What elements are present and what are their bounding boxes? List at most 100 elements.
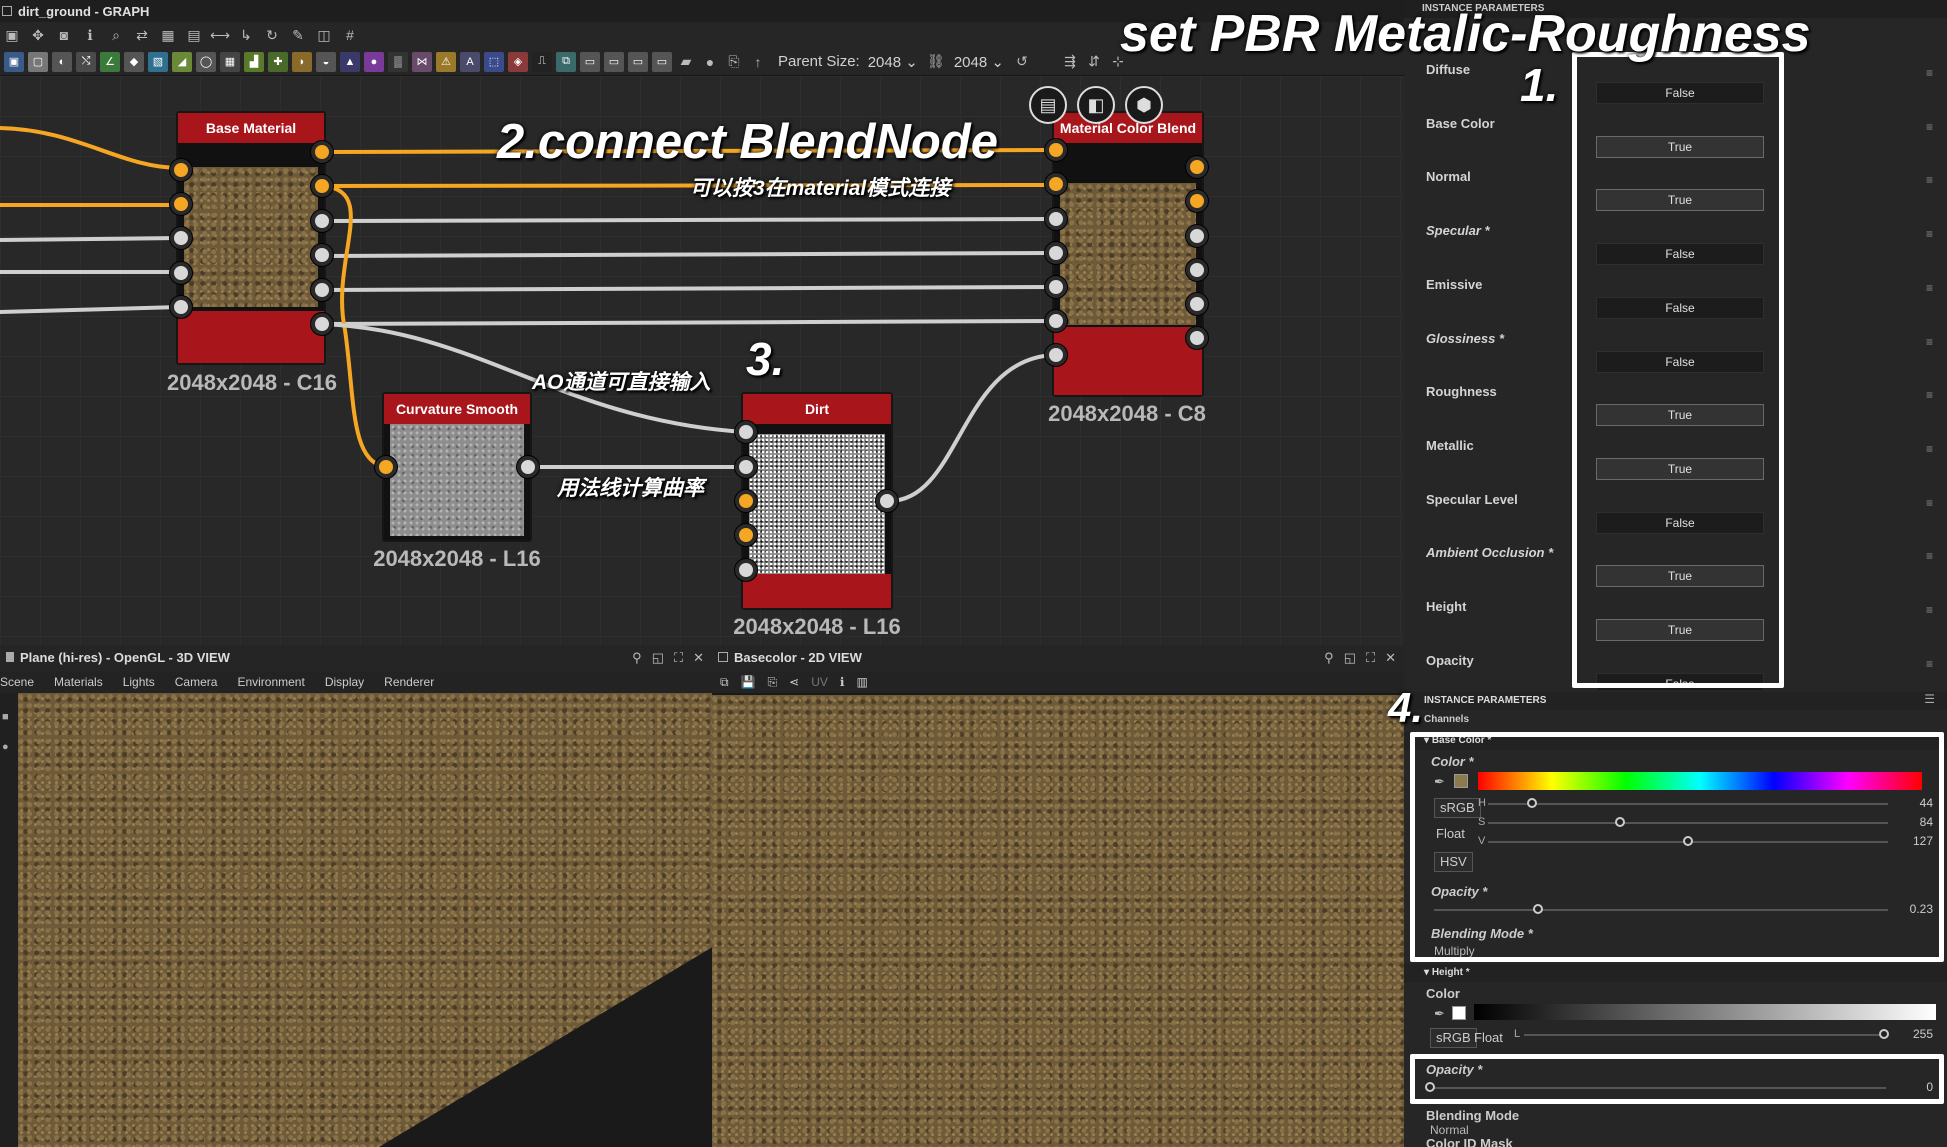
connector-icon[interactable]: ⟷: [210, 25, 230, 45]
output-pin[interactable]: [1186, 259, 1208, 281]
output-pin[interactable]: [311, 279, 333, 301]
input-pin[interactable]: [1045, 139, 1067, 161]
row-menu-icon[interactable]: ≡: [1926, 120, 1933, 134]
output-pin[interactable]: [1186, 293, 1208, 315]
route-icon[interactable]: ↳: [236, 25, 256, 45]
pin-icon[interactable]: ⚲: [1324, 650, 1334, 666]
row-menu-icon[interactable]: ≡: [1926, 66, 1933, 80]
grid-snap-icon[interactable]: #: [340, 25, 360, 45]
curve-node-icon[interactable]: ∠: [100, 51, 120, 72]
row-menu-icon[interactable]: ≡: [1926, 496, 1933, 510]
transform-node-icon[interactable]: ⤭: [76, 51, 96, 72]
input-pin[interactable]: [1045, 310, 1067, 332]
group-node-icon[interactable]: ▭: [628, 51, 648, 72]
height-color-swatch[interactable]: [1452, 1006, 1466, 1020]
input-pin[interactable]: [1045, 344, 1067, 366]
input-pin[interactable]: [1045, 173, 1067, 195]
align-icon[interactable]: ▤: [184, 25, 204, 45]
uv-toggle[interactable]: UV: [811, 675, 828, 689]
tile-node-icon[interactable]: ▦: [220, 51, 240, 72]
histogram-icon[interactable]: ▥: [856, 675, 867, 689]
warning-node-icon[interactable]: ⚠: [436, 51, 456, 72]
input-pin[interactable]: [735, 524, 757, 546]
cube-mode-icon[interactable]: ⬢: [1125, 86, 1163, 124]
output-pin[interactable]: [1186, 327, 1208, 349]
distribute-nodes-icon[interactable]: ⇵: [1084, 52, 1104, 72]
frame-icon[interactable]: ▣: [2, 25, 22, 45]
input-pin[interactable]: [1045, 276, 1067, 298]
input-pin[interactable]: [170, 159, 192, 181]
row-menu-icon[interactable]: ≡: [1926, 657, 1933, 671]
node-dirt[interactable]: Dirt: [741, 392, 893, 610]
close-icon[interactable]: ✕: [1385, 650, 1396, 666]
info-icon[interactable]: ℹ: [80, 25, 100, 45]
pixel-node-icon[interactable]: ✚: [268, 51, 288, 72]
uniform-node-icon[interactable]: ▢: [28, 51, 48, 72]
menu-item[interactable]: Environment: [237, 675, 304, 689]
copy-icon[interactable]: ⎘: [768, 675, 778, 690]
output-pin[interactable]: [311, 210, 333, 232]
row-menu-icon[interactable]: ≡: [1926, 335, 1933, 349]
wrench-icon[interactable]: ✎: [288, 25, 308, 45]
grey-gradient[interactable]: [1474, 1004, 1936, 1020]
image-node-icon[interactable]: ▣: [4, 51, 24, 72]
input-pin[interactable]: [375, 456, 397, 478]
document-mode-icon[interactable]: ▤: [1029, 86, 1067, 124]
output-pin[interactable]: [311, 313, 333, 335]
noise-node-icon[interactable]: ▒: [388, 51, 408, 72]
input-pin[interactable]: [735, 421, 757, 443]
light-icon[interactable]: ■: [0, 693, 18, 741]
blend-node-icon[interactable]: ◐: [52, 51, 72, 72]
menu-item[interactable]: Lights: [123, 675, 155, 689]
srgb-button[interactable]: sRGB: [1430, 1028, 1477, 1048]
maximize-icon[interactable]: ⛶: [674, 650, 683, 666]
camera-icon[interactable]: ◙: [54, 25, 74, 45]
info-icon[interactable]: ℹ: [840, 675, 845, 689]
row-menu-icon[interactable]: ≡: [1926, 227, 1933, 241]
output-pin[interactable]: [1186, 225, 1208, 247]
comment-icon[interactable]: ▰: [676, 52, 696, 72]
input-pin[interactable]: [1045, 242, 1067, 264]
output-pin[interactable]: [311, 244, 333, 266]
height-section-header[interactable]: ▾ Height *: [1404, 964, 1947, 982]
node-curvature-smooth[interactable]: Curvature Smooth: [382, 392, 532, 542]
row-menu-icon[interactable]: ≡: [1926, 173, 1933, 187]
pin-node-icon[interactable]: ▭: [604, 51, 624, 72]
height-blending-mode-select[interactable]: Normal: [1430, 1123, 1469, 1137]
pin-icon[interactable]: ⚲: [632, 650, 642, 666]
fx-node-icon[interactable]: ▟: [244, 51, 264, 72]
output-pin[interactable]: [1186, 156, 1208, 178]
compare-node-icon[interactable]: ⧉: [556, 51, 576, 72]
3d-plane-viewport[interactable]: [18, 693, 712, 1147]
output-size-select[interactable]: 2048 ⌄: [950, 53, 1008, 71]
comment-node-icon[interactable]: ▭: [652, 51, 672, 72]
dot-icon[interactable]: ●: [700, 52, 720, 72]
pin-icon[interactable]: ↑: [748, 52, 768, 72]
fill-node-icon[interactable]: ◈: [508, 51, 528, 72]
move-icon[interactable]: ✥: [28, 25, 48, 45]
close-icon[interactable]: ✕: [693, 650, 704, 666]
float-icon[interactable]: ◱: [652, 650, 664, 666]
node-base-material[interactable]: Base Material: [176, 111, 326, 365]
select-node-icon[interactable]: ⬚: [484, 51, 504, 72]
zoom-icon[interactable]: ⌕: [106, 25, 126, 45]
row-menu-icon[interactable]: ≡: [1926, 281, 1933, 295]
output-pin[interactable]: [311, 175, 333, 197]
menu-item[interactable]: Display: [325, 675, 364, 689]
node-material-color-blend[interactable]: Material Color Blend: [1052, 111, 1204, 397]
menu-item[interactable]: Camera: [175, 675, 218, 689]
export-icon[interactable]: ⎘: [724, 52, 744, 72]
float-icon[interactable]: ◱: [1344, 650, 1356, 666]
snapshot-icon[interactable]: ◫: [314, 25, 334, 45]
align-nodes-icon[interactable]: ⇶: [1060, 52, 1080, 72]
output-pin[interactable]: [517, 456, 539, 478]
shape-node-icon[interactable]: ◯: [196, 51, 216, 72]
float-toggle[interactable]: Float: [1474, 1030, 1503, 1045]
fit-icon[interactable]: ⧉: [720, 675, 729, 690]
l-slider-track[interactable]: [1524, 1034, 1884, 1036]
input-pin[interactable]: [170, 227, 192, 249]
gradient-node-icon[interactable]: ◢: [172, 51, 192, 72]
material-mode-icon[interactable]: ◧: [1077, 86, 1115, 124]
row-menu-icon[interactable]: ≡: [1926, 603, 1933, 617]
warp2-node-icon[interactable]: ⋈: [412, 51, 432, 72]
